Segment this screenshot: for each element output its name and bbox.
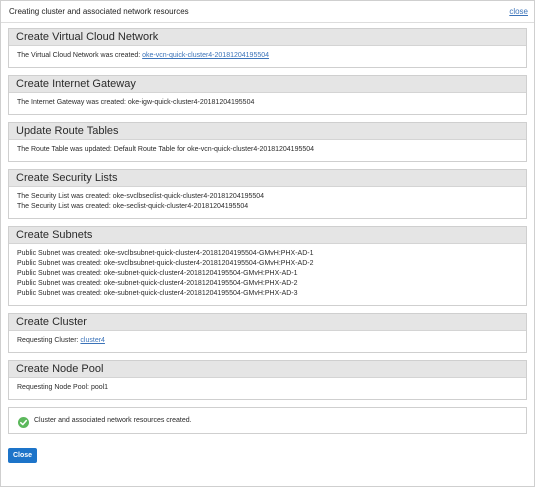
section-create-vcn: Create Virtual Cloud Network The Virtual…: [8, 28, 527, 68]
section-title: Update Route Tables: [16, 125, 119, 137]
section-header: Create Virtual Cloud Network: [9, 29, 526, 46]
status-text: Requesting Cluster:: [17, 337, 81, 344]
status-line: Public Subnet was created: oke-subnet-qu…: [17, 280, 298, 287]
section-title: Create Virtual Cloud Network: [16, 31, 159, 43]
status-line: The Security List was created: oke-svclb…: [17, 193, 265, 200]
section-body: The Virtual Cloud Network was created: o…: [9, 46, 526, 67]
dialog-title: Creating cluster and associated network …: [9, 7, 189, 16]
status-line: Public Subnet was created: oke-svclbsubn…: [17, 260, 314, 267]
result-message: Cluster and associated network resources…: [8, 407, 527, 434]
section-header: Create Internet Gateway: [9, 76, 526, 93]
section-header: Create Security Lists: [9, 170, 526, 187]
section-create-node-pool: Create Node Pool Requesting Node Pool: p…: [8, 360, 527, 400]
close-button[interactable]: Close: [8, 448, 37, 463]
result-text: Cluster and associated network resources…: [34, 417, 192, 424]
close-link[interactable]: close: [509, 7, 528, 16]
section-create-cluster: Create Cluster Requesting Cluster: clust…: [8, 313, 527, 353]
check-circle-icon: [18, 415, 29, 428]
section-body: Requesting Cluster: cluster4: [9, 331, 526, 352]
status-line: The Virtual Cloud Network was created: o…: [17, 51, 518, 61]
content: Create Virtual Cloud Network The Virtual…: [1, 23, 534, 434]
section-body: The Security List was created: oke-svclb…: [9, 187, 526, 218]
section-body: The Route Table was updated: Default Rou…: [9, 140, 526, 161]
section-title: Create Cluster: [16, 316, 87, 328]
dialog: Creating cluster and associated network …: [0, 0, 535, 487]
section-create-internet-gateway: Create Internet Gateway The Internet Gat…: [8, 75, 527, 115]
status-line: The Security List was created: oke-secli…: [17, 203, 249, 210]
section-body: The Internet Gateway was created: oke-ig…: [9, 93, 526, 114]
cluster-link[interactable]: cluster4: [80, 337, 105, 344]
status-line: Requesting Cluster: cluster4: [17, 336, 518, 346]
section-header: Create Subnets: [9, 227, 526, 244]
status-line: The Route Table was updated: Default Rou…: [17, 146, 315, 153]
section-create-subnets: Create Subnets Public Subnet was created…: [8, 226, 527, 306]
status-line: Public Subnet was created: oke-subnet-qu…: [17, 270, 298, 277]
section-body: Public Subnet was created: oke-svclbsubn…: [9, 244, 526, 305]
section-header: Create Cluster: [9, 314, 526, 331]
section-create-security-lists: Create Security Lists The Security List …: [8, 169, 527, 219]
status-line: Public Subnet was created: oke-svclbsubn…: [17, 250, 314, 257]
section-header: Update Route Tables: [9, 123, 526, 140]
section-body: Requesting Node Pool: pool1: [9, 378, 526, 399]
status-line: Requesting Node Pool: pool1: [17, 384, 109, 391]
status-line: Public Subnet was created: oke-subnet-qu…: [17, 290, 298, 297]
section-header: Create Node Pool: [9, 361, 526, 378]
vcn-link[interactable]: oke-vcn-quick-cluster4-20181204195504: [142, 52, 269, 59]
section-title: Create Node Pool: [16, 363, 104, 375]
section-title: Create Subnets: [16, 229, 93, 241]
section-title: Create Security Lists: [16, 172, 118, 184]
section-title: Create Internet Gateway: [16, 78, 136, 90]
section-update-route-tables: Update Route Tables The Route Table was …: [8, 122, 527, 162]
status-line: The Internet Gateway was created: oke-ig…: [17, 99, 255, 106]
status-text: The Virtual Cloud Network was created:: [17, 52, 143, 59]
dialog-header: Creating cluster and associated network …: [1, 1, 534, 23]
dialog-footer: Close: [1, 434, 534, 463]
